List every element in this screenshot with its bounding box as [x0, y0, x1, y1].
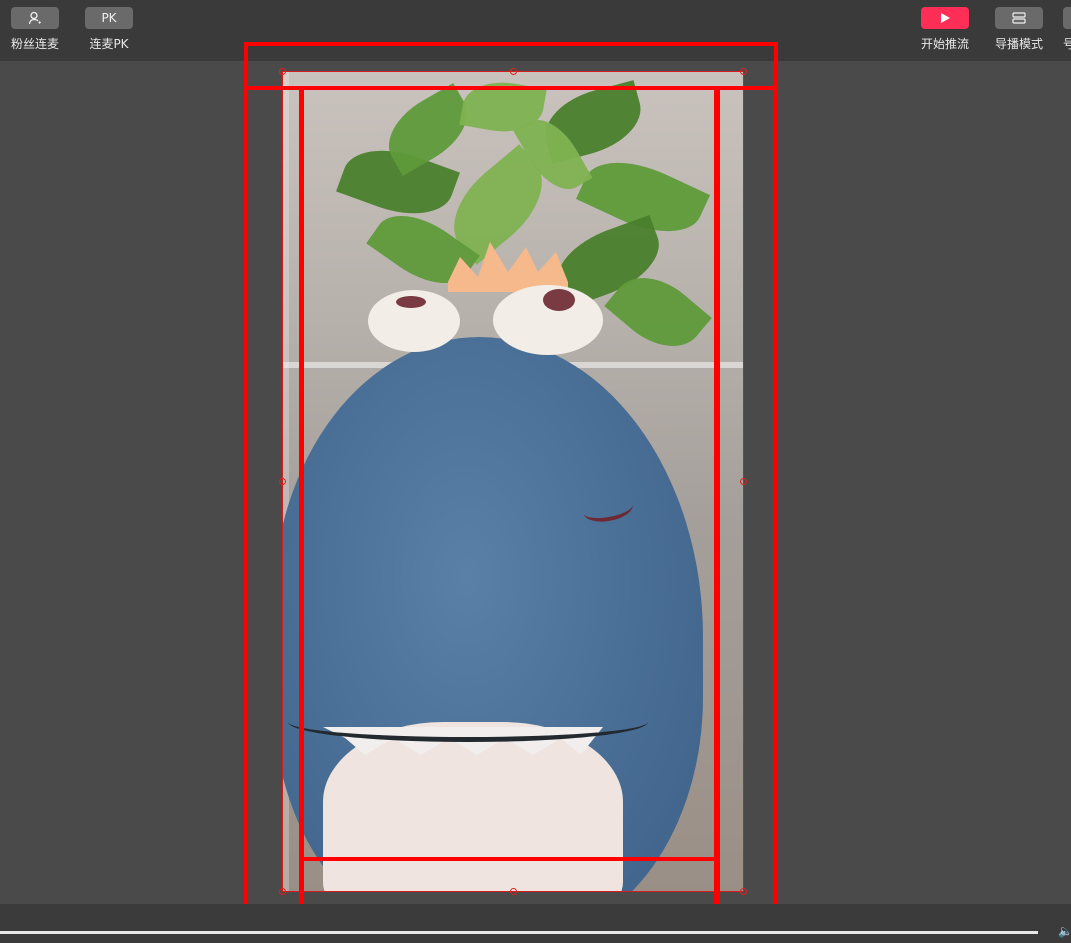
start-stream-tool[interactable]: 开始推流: [915, 7, 975, 52]
play-icon: [941, 13, 950, 23]
director-mode-tool[interactable]: 导播模式: [989, 7, 1049, 52]
annotation-box-center: [299, 86, 720, 915]
pk-button[interactable]: PK: [85, 7, 133, 29]
bottom-bar: [0, 904, 1071, 943]
fan-mic-label: 粉丝连麦: [10, 37, 59, 51]
fan-mic-button[interactable]: [11, 7, 59, 29]
director-mode-label: 导播模式: [994, 37, 1043, 51]
partial-tool[interactable]: 号: [1063, 7, 1071, 52]
volume-icon[interactable]: 🔈: [1058, 924, 1071, 938]
partial-tool-button[interactable]: [1063, 7, 1071, 29]
start-stream-label: 开始推流: [920, 37, 969, 51]
director-mode-button[interactable]: [995, 7, 1043, 29]
annotation-box-left: [244, 86, 304, 915]
annotation-box-top: [244, 42, 778, 90]
fan-mic-tool[interactable]: 粉丝连麦: [5, 7, 65, 52]
annotation-box-right: [714, 86, 778, 909]
progress-bar[interactable]: [0, 931, 1038, 934]
partial-tool-label: 号: [1063, 37, 1071, 51]
pk-icon: PK: [101, 11, 117, 25]
person-icon: [28, 11, 41, 25]
pk-tool[interactable]: PK 连麦PK: [79, 7, 139, 52]
layout-icon: [1012, 12, 1026, 24]
start-stream-button[interactable]: [921, 7, 969, 29]
pk-label: 连麦PK: [89, 37, 129, 51]
